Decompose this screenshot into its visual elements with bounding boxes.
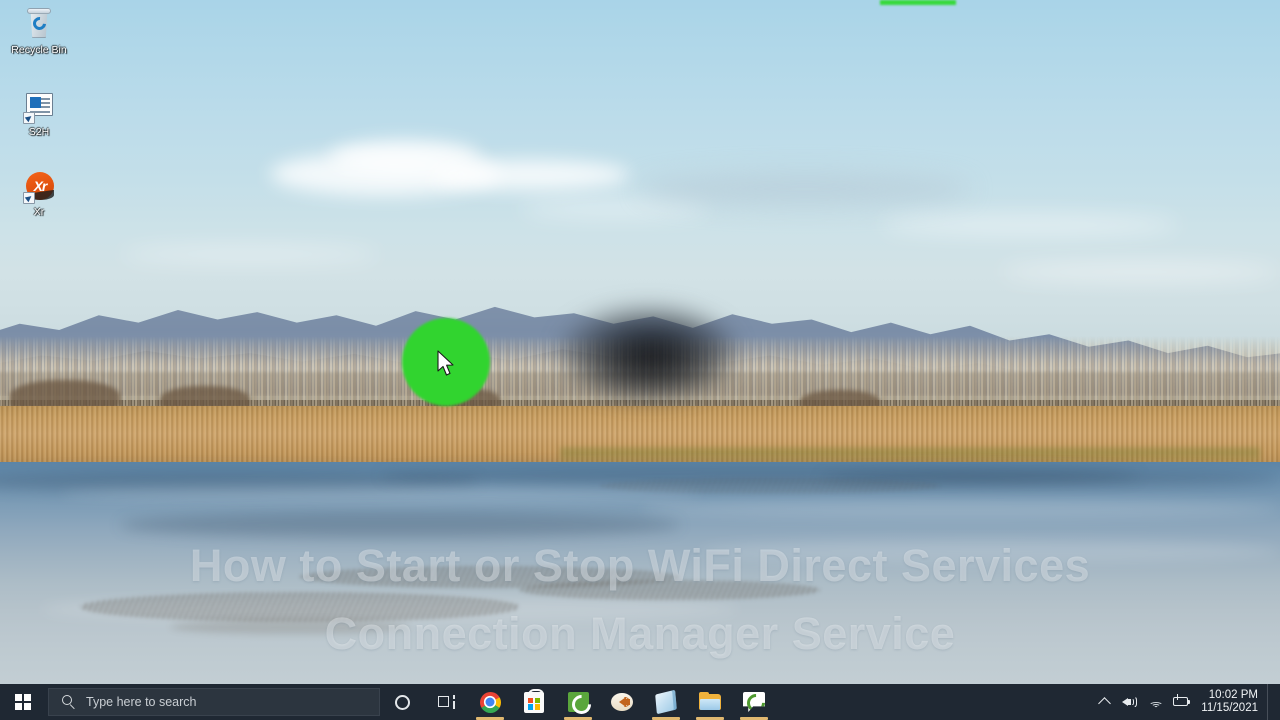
camtasia-icon (567, 692, 589, 712)
tray-battery-button[interactable] (1169, 684, 1195, 720)
speaker-icon (1122, 695, 1138, 709)
video-watermark-line-2: Connection Manager Service (324, 608, 956, 659)
chevron-up-icon (1097, 697, 1111, 710)
notebook-icon (655, 689, 677, 715)
video-watermark-line-1: How to Start or Stop WiFi Direct Service… (189, 540, 1091, 591)
xr-app-shortcut-icon: Xr (22, 170, 56, 204)
taskbar-button-notebook[interactable] (644, 684, 688, 720)
tray-network-button[interactable] (1143, 684, 1169, 720)
file-explorer-icon (699, 692, 721, 711)
document-shortcut-icon (22, 90, 56, 124)
taskbar-clock[interactable]: 10:02 PM 11/15/2021 (1195, 684, 1267, 720)
system-tray: 10:02 PM 11/15/2021 (1091, 684, 1280, 720)
water-ripple (640, 500, 1280, 518)
search-placeholder-text: Type here to search (86, 695, 197, 709)
chrome-icon (479, 691, 501, 713)
shortcut-arrow-icon (23, 192, 35, 204)
windows-logo-icon (15, 694, 31, 710)
tray-show-hidden-icons-button[interactable] (1091, 684, 1117, 720)
recording-indicator-bar (880, 0, 956, 5)
desktop-icon-label: Recycle Bin (11, 44, 67, 56)
recycle-bin-icon (22, 8, 56, 42)
desktop-icon-xr[interactable]: Xr Xr (3, 170, 75, 218)
water-ripple (60, 486, 700, 502)
desktop-icon-label: S2H (28, 126, 50, 138)
desktop-screen: How to Start or Stop WiFi Direct Service… (0, 0, 1280, 720)
audio-recorder-icon (611, 693, 633, 711)
desktop-icon-s2h[interactable]: S2H (3, 90, 75, 138)
water-ripple (120, 512, 680, 538)
wifi-icon (1148, 696, 1164, 709)
start-button[interactable] (0, 684, 46, 720)
task-view-icon (437, 695, 455, 709)
desktop-icon-recycle-bin[interactable]: Recycle Bin (3, 8, 75, 56)
taskbar-button-camtasia-recorder[interactable] (732, 684, 776, 720)
search-icon (62, 694, 77, 710)
shortcut-arrow-icon (23, 112, 35, 124)
cortana-icon (394, 694, 410, 710)
show-desktop-button[interactable] (1267, 684, 1274, 720)
clock-date: 11/15/2021 (1201, 702, 1258, 714)
taskbar-button-task-view[interactable] (424, 684, 468, 720)
sediment-patch (600, 478, 940, 494)
taskbar-button-camtasia[interactable] (556, 684, 600, 720)
search-input[interactable]: Type here to search (48, 688, 380, 716)
battery-icon (1172, 694, 1192, 708)
blurred-redaction-blob (560, 306, 735, 398)
cloud-shape (120, 246, 380, 262)
taskbar-button-microsoft-store[interactable] (512, 684, 556, 720)
taskbar: Type here to search 10:02 PM 11/15/2021 (0, 684, 1280, 720)
cloud-shape (520, 200, 710, 218)
desktop-icon-label: Xr (33, 206, 45, 218)
clock-time: 10:02 PM (1208, 689, 1258, 701)
camtasia-recorder-icon (743, 692, 765, 712)
taskbar-button-file-explorer[interactable] (688, 684, 732, 720)
taskbar-button-chrome[interactable] (468, 684, 512, 720)
taskbar-button-audio-app[interactable] (600, 684, 644, 720)
cloud-shape (880, 214, 1180, 236)
tray-volume-button[interactable] (1117, 684, 1143, 720)
mouse-cursor (437, 350, 457, 378)
cloud-shape (430, 160, 630, 190)
microsoft-store-icon (524, 688, 544, 713)
cloud-shape (1000, 262, 1280, 282)
cloud-shape (640, 172, 970, 206)
taskbar-button-cortana[interactable] (380, 684, 424, 720)
